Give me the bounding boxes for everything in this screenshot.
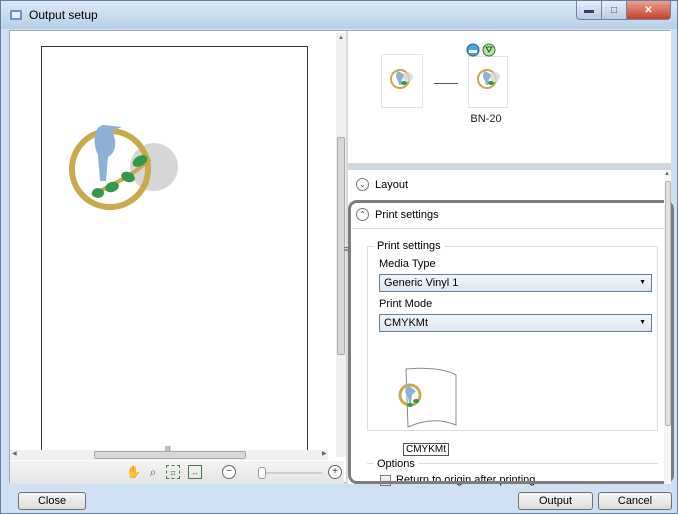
print-head-icon[interactable] bbox=[466, 43, 480, 57]
actual-size-icon[interactable]: ↔ bbox=[188, 465, 202, 479]
zoom-slider[interactable] bbox=[262, 472, 322, 474]
cancel-button[interactable]: Cancel bbox=[598, 492, 672, 510]
scroll-grip: III bbox=[165, 446, 171, 453]
zoom-in-icon[interactable]: + bbox=[328, 465, 342, 479]
highlight-frame bbox=[348, 200, 674, 484]
close-button[interactable]: Close bbox=[18, 492, 86, 510]
close-window-button[interactable]: ✕ bbox=[627, 1, 671, 20]
expand-icon: ⌄ bbox=[356, 178, 369, 191]
preview-toolbar: ✋ ⌕ ⌗ ↔ − + bbox=[10, 461, 344, 484]
fit-icon[interactable]: ⌗ bbox=[166, 465, 180, 479]
device-thumbnail[interactable] bbox=[469, 57, 507, 107]
layout-header-label: Layout bbox=[375, 178, 409, 191]
device-logo-icon bbox=[477, 69, 500, 89]
job-thumbnail[interactable] bbox=[382, 55, 422, 107]
logo-artwork bbox=[69, 125, 178, 210]
scroll-left-icon[interactable]: ◀ bbox=[12, 450, 17, 457]
settings-panel: ⌄ Layout ⌃ Print settings Print settings… bbox=[348, 170, 674, 486]
layout-section-header[interactable]: ⌄ Layout bbox=[356, 178, 408, 191]
app-icon bbox=[10, 10, 22, 20]
job-logo-icon bbox=[390, 69, 413, 89]
settings-scrollbar[interactable]: ▲ bbox=[664, 171, 671, 484]
settings-scroll-thumb[interactable] bbox=[665, 181, 671, 426]
scroll-right-icon[interactable]: ▶ bbox=[322, 450, 327, 457]
window-controls: ▬ □ ✕ bbox=[576, 1, 671, 21]
zoom-out-icon[interactable]: − bbox=[222, 465, 236, 479]
window-title: Output setup bbox=[29, 8, 98, 22]
preview-horizontal-scrollbar[interactable]: ◀ III ▶ bbox=[10, 446, 328, 460]
output-sketch: BN-20 bbox=[348, 31, 671, 164]
scroll-up-icon[interactable]: ▲ bbox=[336, 35, 346, 41]
minimize-button[interactable]: ▬ bbox=[576, 1, 602, 20]
zoom-slider-knob[interactable] bbox=[258, 467, 266, 479]
job-connector bbox=[434, 83, 458, 84]
settings-pane: BN-20 ⌄ Layout ⌃ Print settings Print se… bbox=[348, 31, 674, 486]
hand-icon[interactable]: ✋ bbox=[126, 465, 141, 479]
preview-pane[interactable]: ▲ ◀ III ▶ ✋ ⌕ ⌗ ↔ − + bbox=[10, 31, 346, 484]
device-name: BN-20 bbox=[470, 113, 502, 125]
scroll-up-icon[interactable]: ▲ bbox=[664, 171, 670, 177]
filter-icon[interactable] bbox=[482, 43, 496, 57]
output-button[interactable]: Output bbox=[518, 492, 593, 510]
magnify-icon[interactable]: ⌕ bbox=[146, 465, 160, 479]
title-bar[interactable]: Output setup ▬ □ ✕ bbox=[1, 1, 677, 29]
dialog-client-area: ▲ ◀ III ▶ ✋ ⌕ ⌗ ↔ − + ≡ BN-20 ⌄ Layout ⌃… bbox=[9, 30, 674, 486]
maximize-button[interactable]: □ bbox=[602, 1, 627, 20]
output-setup-window: Output setup ▬ □ ✕ ▲ ◀ III ▶ ✋ ⌕ ⌗ ↔ − +… bbox=[0, 0, 678, 514]
media-preview bbox=[41, 46, 308, 455]
